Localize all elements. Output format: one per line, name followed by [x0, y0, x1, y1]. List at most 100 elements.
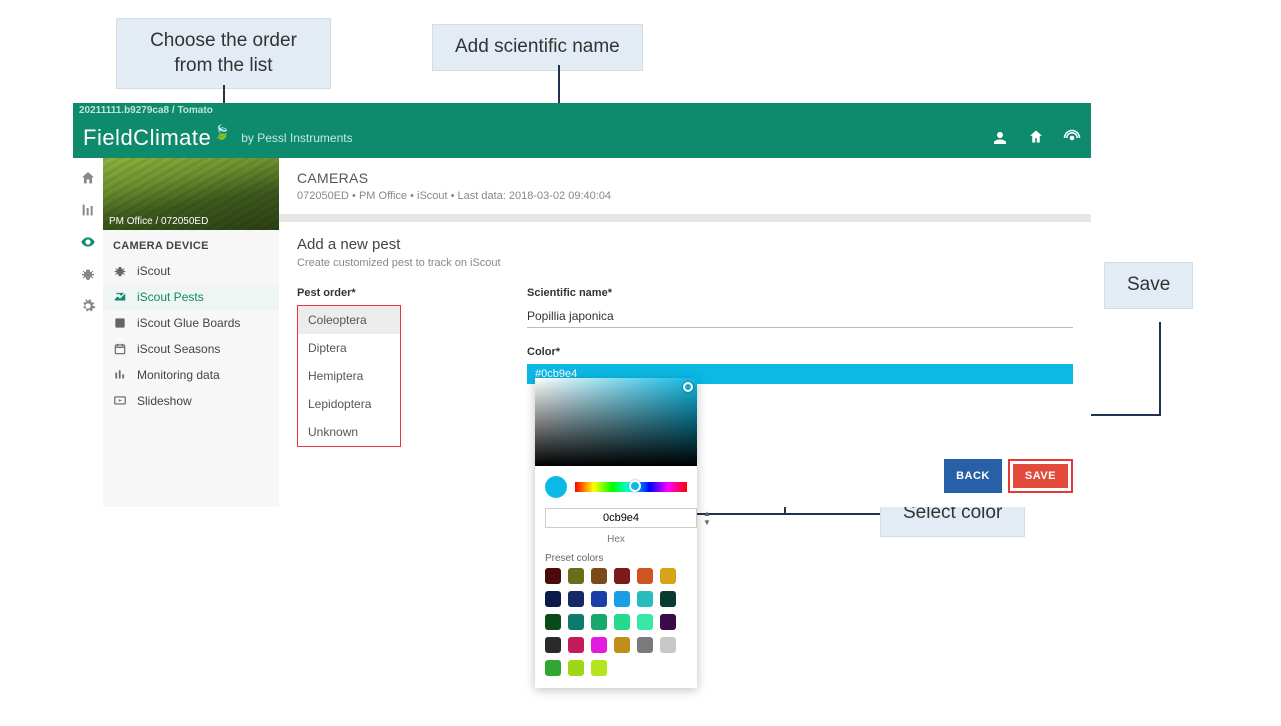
hue-slider[interactable]	[575, 482, 687, 492]
color-label: Color*	[527, 346, 1073, 358]
callout-save: Save	[1104, 262, 1193, 309]
preset-color[interactable]	[637, 637, 653, 653]
bug-icon[interactable]	[80, 266, 96, 282]
station-icon[interactable]	[1027, 129, 1045, 147]
preset-color[interactable]	[545, 660, 561, 676]
breadcrumb: 20211111.b9279ca8 / Tomato	[73, 103, 1091, 118]
preset-color[interactable]	[614, 614, 630, 630]
color-picker-field[interactable]	[535, 378, 697, 466]
sidebar-item-label: Monitoring data	[137, 368, 220, 382]
preset-color[interactable]	[591, 568, 607, 584]
dropdown-option[interactable]: Lepidoptera	[298, 390, 400, 418]
hex-label: Hex	[535, 534, 697, 545]
sidebar-item-seasons[interactable]: iScout Seasons	[103, 336, 279, 362]
preset-color[interactable]	[545, 591, 561, 607]
preset-color[interactable]	[568, 660, 584, 676]
preset-color[interactable]	[568, 568, 584, 584]
scientific-name-input[interactable]	[527, 305, 1073, 328]
save-highlight-box: SAVE	[1008, 459, 1073, 493]
home-icon[interactable]	[80, 170, 96, 186]
panel-subtitle: 072050ED • PM Office • iScout • Last dat…	[297, 190, 1073, 202]
hue-slider-cursor[interactable]	[629, 480, 641, 492]
preset-color[interactable]	[568, 614, 584, 630]
logo: FieldClimate🍃	[83, 125, 231, 151]
preset-color[interactable]	[614, 637, 630, 653]
preset-color[interactable]	[614, 591, 630, 607]
gear-icon[interactable]	[80, 298, 96, 314]
hex-stepper[interactable]: ▲▼	[703, 508, 711, 528]
sidebar-item-slideshow[interactable]: Slideshow	[103, 388, 279, 414]
dropdown-option-label: Diptera	[308, 341, 347, 355]
callout-sciname: Add scientific name	[432, 24, 643, 71]
preset-color[interactable]	[660, 637, 676, 653]
preset-color[interactable]	[614, 568, 630, 584]
scientific-name-label: Scientific name*	[527, 287, 1073, 299]
back-button-label: BACK	[956, 470, 990, 482]
chart-icon[interactable]	[80, 202, 96, 218]
broadcast-icon[interactable]	[1063, 129, 1081, 147]
preset-colors-label: Preset colors	[535, 545, 697, 568]
logo-subtitle: by Pessl Instruments	[241, 131, 352, 145]
preset-color[interactable]	[545, 637, 561, 653]
preset-color[interactable]	[637, 591, 653, 607]
preset-color[interactable]	[591, 660, 607, 676]
color-picker-cursor[interactable]	[683, 382, 693, 392]
sidebar-item-label: Slideshow	[137, 394, 192, 408]
hex-input[interactable]	[545, 508, 697, 528]
panel-title: CAMERAS	[297, 170, 1073, 186]
sidebar-heading: CAMERA DEVICE	[103, 230, 279, 258]
dropdown-option-label: Unknown	[308, 425, 358, 439]
preset-color[interactable]	[545, 568, 561, 584]
preset-color[interactable]	[660, 568, 676, 584]
logo-text: FieldClimate	[83, 125, 211, 151]
leaf-icon: 🍃	[213, 124, 231, 141]
form-title: Add a new pest	[297, 236, 1073, 253]
dropdown-option[interactable]: Hemiptera	[298, 362, 400, 390]
callout-save-text: Save	[1127, 274, 1170, 295]
sidebar-item-iscout-pests[interactable]: iScout Pests	[103, 284, 279, 310]
preset-color[interactable]	[591, 614, 607, 630]
connector-line	[684, 513, 784, 515]
dropdown-option[interactable]: Coleoptera	[298, 306, 400, 334]
user-icon[interactable]	[991, 129, 1009, 147]
preset-color[interactable]	[660, 614, 676, 630]
dropdown-option[interactable]: Unknown	[298, 418, 400, 446]
connector-line	[1079, 414, 1161, 416]
sidebar-image-caption: PM Office / 072050ED	[109, 216, 208, 227]
connector-line	[784, 513, 880, 515]
color-picker: ▲▼ Hex Preset colors	[535, 378, 697, 688]
preset-color[interactable]	[568, 637, 584, 653]
preset-color[interactable]	[660, 591, 676, 607]
preset-color[interactable]	[591, 637, 607, 653]
save-button[interactable]: SAVE	[1013, 464, 1068, 488]
callout-order: Choose the order from the list	[116, 18, 331, 89]
sidebar-item-label: iScout Seasons	[137, 342, 220, 356]
dropdown-option[interactable]: Diptera	[298, 334, 400, 362]
color-swatch	[545, 476, 567, 498]
back-button[interactable]: BACK	[944, 459, 1002, 493]
sidebar-image: PM Office / 072050ED	[103, 158, 279, 230]
dropdown-option-label: Lepidoptera	[308, 397, 371, 411]
preset-color[interactable]	[568, 591, 584, 607]
preset-color[interactable]	[637, 568, 653, 584]
sidebar-item-monitoring[interactable]: Monitoring data	[103, 362, 279, 388]
connector-line	[1159, 322, 1161, 416]
breadcrumb-text: 20211111.b9279ca8 / Tomato	[79, 105, 213, 116]
iconbar	[73, 158, 103, 507]
preset-color[interactable]	[637, 614, 653, 630]
preset-color[interactable]	[545, 614, 561, 630]
form-desc: Create customized pest to track on iScou…	[297, 257, 1073, 269]
preset-color[interactable]	[591, 591, 607, 607]
sidebar-item-iscout[interactable]: iScout	[103, 258, 279, 284]
pest-order-label: Pest order*	[297, 287, 487, 299]
eye-icon[interactable]	[80, 234, 96, 250]
callout-order-text: Choose the order from the list	[150, 30, 297, 76]
topbar: FieldClimate🍃 by Pessl Instruments	[73, 118, 1091, 158]
sidebar-item-label: iScout	[137, 264, 170, 278]
header-panel: CAMERAS 072050ED • PM Office • iScout • …	[279, 158, 1091, 214]
dropdown-option-label: Coleoptera	[308, 313, 367, 327]
pest-order-dropdown[interactable]: Coleoptera Diptera Hemiptera Lepidoptera…	[297, 305, 401, 447]
sidebar-item-glue-boards[interactable]: iScout Glue Boards	[103, 310, 279, 336]
save-button-label: SAVE	[1025, 470, 1056, 482]
sidebar-item-label: iScout Pests	[137, 290, 204, 304]
